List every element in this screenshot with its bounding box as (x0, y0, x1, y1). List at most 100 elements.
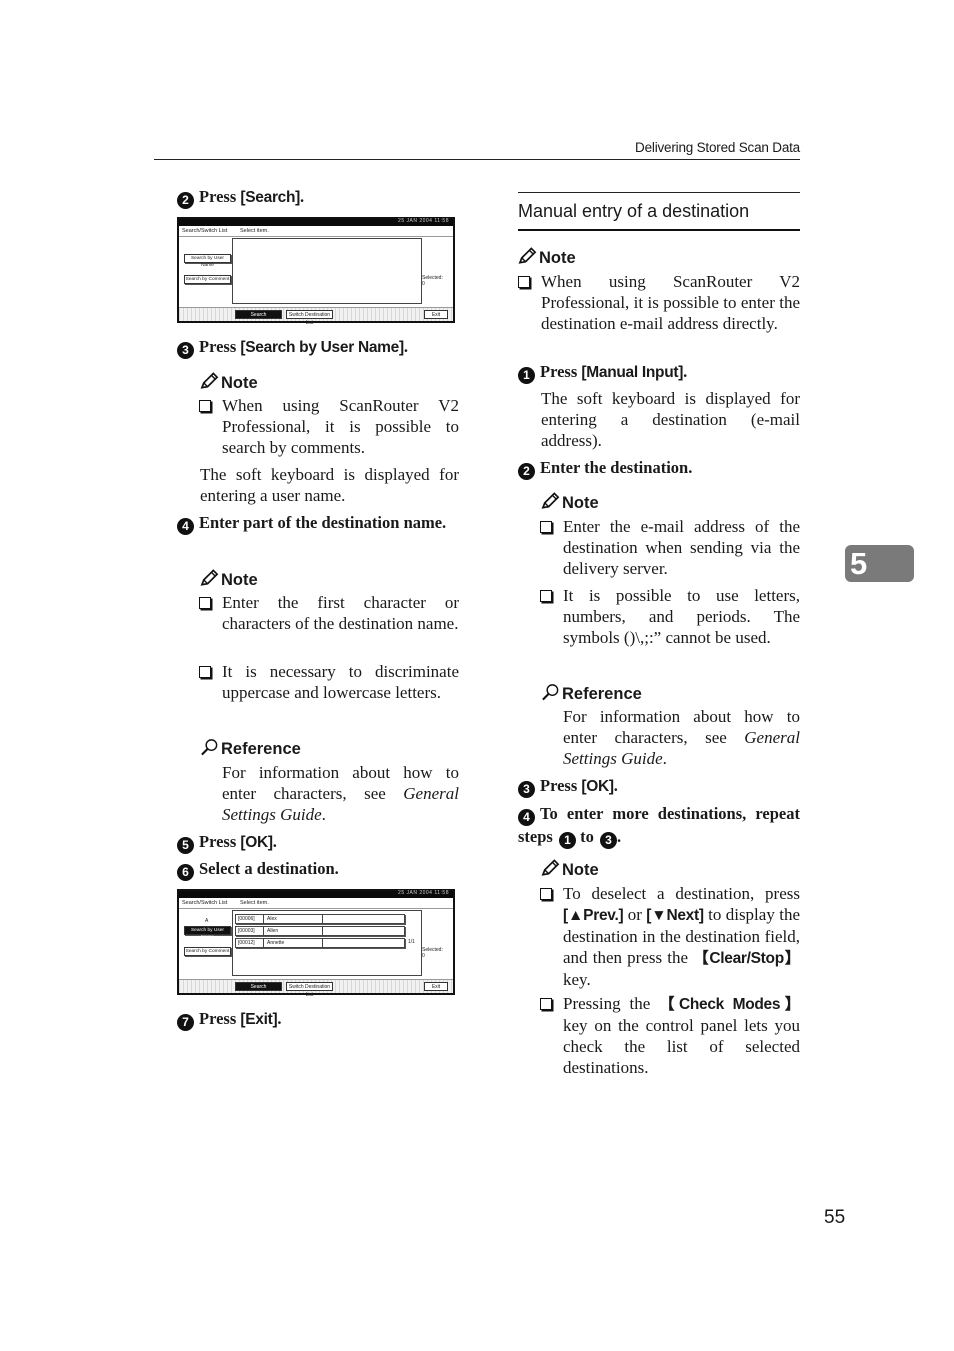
section-title: Manual entry of a destination (518, 192, 800, 231)
device-status-bar: 25 JAN 2004 11:58 (179, 890, 453, 898)
search-by-comment-button[interactable]: Search by Comment (184, 947, 231, 956)
step-number-badge: 3 (518, 781, 535, 798)
destination-list-box: [00006] Alex [00003] Allen [00012] Annet… (232, 910, 422, 976)
device-screen-search: 25 JAN 2004 11:58 Search/Switch List Sel… (177, 217, 455, 326)
note-item: It is necessary to discriminate uppercas… (199, 661, 459, 703)
reference-text: For information about how to enter chara… (222, 763, 459, 824)
exit-button[interactable]: Exit (424, 982, 448, 991)
reference-heading: Reference (200, 738, 301, 759)
note-item: When using ScanRouter V2 Professional, i… (199, 395, 459, 458)
exit-button[interactable]: Exit (424, 310, 448, 319)
checkbox-bullet-icon (540, 590, 552, 602)
step-reference-badge: 3 (599, 832, 617, 849)
destination-row[interactable]: [00003] Allen (235, 926, 405, 936)
step-number-badge: 4 (177, 518, 194, 535)
note-item: Enter the first character or characters … (199, 592, 459, 634)
pencil-icon (200, 372, 219, 389)
note-item: Enter the e-mail address of the destinat… (540, 516, 800, 579)
running-header-title: Delivering Stored Scan Data (635, 140, 800, 155)
key-label: [▲Prev.] (563, 907, 624, 924)
step-number-badge: 7 (177, 1014, 194, 1031)
step-number-badge: 6 (177, 864, 194, 881)
step-number-badge: 5 (177, 837, 194, 854)
device-title-left: Search/Switch List (182, 900, 228, 906)
checkbox-bullet-icon (199, 666, 211, 678)
device-title-left: Search/Switch List (182, 228, 228, 234)
search-term: A (205, 918, 209, 924)
step-number-badge: 2 (518, 463, 535, 480)
device-bottom-bar: Search Switch Destination List Exit (179, 307, 453, 326)
note-item: To deselect a destination, press [▲Prev.… (540, 883, 800, 990)
note-item: When using ScanRouter V2 Professional, i… (518, 271, 800, 334)
destination-list-box (232, 238, 422, 304)
step-3-press-search-by-user-name: 3 Press [Search by User Name]. (177, 336, 459, 359)
magnifier-icon (542, 684, 559, 701)
checkbox-bullet-icon (199, 597, 211, 609)
key-label: [▼Next] (646, 907, 704, 924)
switch-destination-list-button[interactable]: Switch Destination List (286, 310, 333, 326)
step-number-badge: 4 (518, 809, 535, 826)
step-number-badge: 2 (177, 192, 194, 209)
pencil-icon (541, 859, 560, 876)
pencil-icon (518, 247, 537, 264)
note-item: It is possible to use letters, numbers, … (540, 585, 800, 648)
key-label: [OK] (581, 778, 614, 795)
pencil-icon (541, 492, 560, 509)
device-title-right: Select item. (240, 900, 269, 906)
chapter-tab: 5 (845, 545, 914, 582)
key-label: 【Clear/Stop】 (693, 950, 800, 967)
search-by-user-name-button[interactable]: Search by User Name (184, 254, 231, 268)
device-status-bar: 25 JAN 2004 11:58 (179, 218, 453, 226)
step-reference-badge: 1 (558, 832, 576, 849)
device-title-bar: Search/Switch List Select item. (179, 226, 453, 237)
switch-destination-list-button[interactable]: Switch Destination List (286, 982, 333, 998)
step-2-enter-destination: 2 Enter the destination. (518, 457, 800, 480)
key-label: [OK] (240, 834, 273, 851)
note-heading: Note (541, 859, 599, 880)
search-by-user-name-button[interactable]: Search by User Name (184, 926, 231, 940)
step-4-enter-destination-name: 4 Enter part of the destination name. (177, 512, 459, 535)
checkbox-bullet-icon (540, 998, 552, 1010)
step-7-press-exit: 7 Press [Exit]. (177, 1008, 459, 1031)
note-heading: Note (518, 247, 576, 268)
body-text: The soft keyboard is displayed for enter… (200, 465, 459, 505)
checkbox-bullet-icon (518, 276, 530, 288)
note-heading: Note (200, 372, 258, 393)
step-number-badge: 1 (518, 367, 535, 384)
step-3-press-ok: 3 Press [OK]. (518, 775, 800, 798)
device-screen-results: 25 JAN 2004 11:58 Search/Switch List Sel… (177, 889, 455, 998)
destination-row[interactable]: [00006] Alex (235, 914, 405, 924)
magnifier-icon (201, 739, 218, 756)
note-heading: Note (200, 569, 258, 590)
step-5-press-ok: 5 Press [OK]. (177, 831, 459, 854)
key-label: [Search] (240, 189, 301, 206)
running-header: Delivering Stored Scan Data (154, 138, 800, 160)
pencil-icon (200, 569, 219, 586)
step-number-badge: 3 (177, 342, 194, 359)
key-label: [Search by User Name] (240, 339, 404, 356)
step-2-press-search: 2 Press [Search]. (177, 186, 459, 209)
step-4-enter-more-destinations: 4 To enter more destinations, repeat step… (518, 804, 800, 849)
device-title-bar: Search/Switch List Select item. (179, 898, 453, 909)
note-item: Pressing the 【Check Modes】 key on the co… (540, 993, 800, 1078)
search-button[interactable]: Search (235, 982, 282, 991)
key-label: 【Check Modes】 (659, 996, 800, 1013)
key-label: [Exit] (240, 1011, 278, 1028)
page-indicator: 1/1 (408, 939, 415, 945)
selected-count-label: Selected: 0 (422, 947, 443, 959)
checkbox-bullet-icon (199, 400, 211, 412)
device-clock: 25 JAN 2004 11:58 (398, 890, 449, 896)
device-bottom-bar: Search Switch Destination List Exit (179, 979, 453, 998)
search-by-comment-button[interactable]: Search by Comment (184, 275, 231, 284)
checkbox-bullet-icon (540, 521, 552, 533)
body-text: The soft keyboard is displayed for enter… (541, 389, 800, 450)
chapter-number: 5 (850, 546, 868, 581)
device-title-right: Select item. (240, 228, 269, 234)
checkbox-bullet-icon (540, 888, 552, 900)
destination-row[interactable]: [00012] Annette (235, 938, 405, 948)
reference-heading: Reference (541, 683, 642, 704)
search-button[interactable]: Search (235, 310, 282, 319)
device-clock: 25 JAN 2004 11:58 (398, 218, 449, 224)
step-1-press-manual-input: 1 Press [Manual Input]. (518, 361, 800, 384)
note-heading: Note (541, 492, 599, 513)
